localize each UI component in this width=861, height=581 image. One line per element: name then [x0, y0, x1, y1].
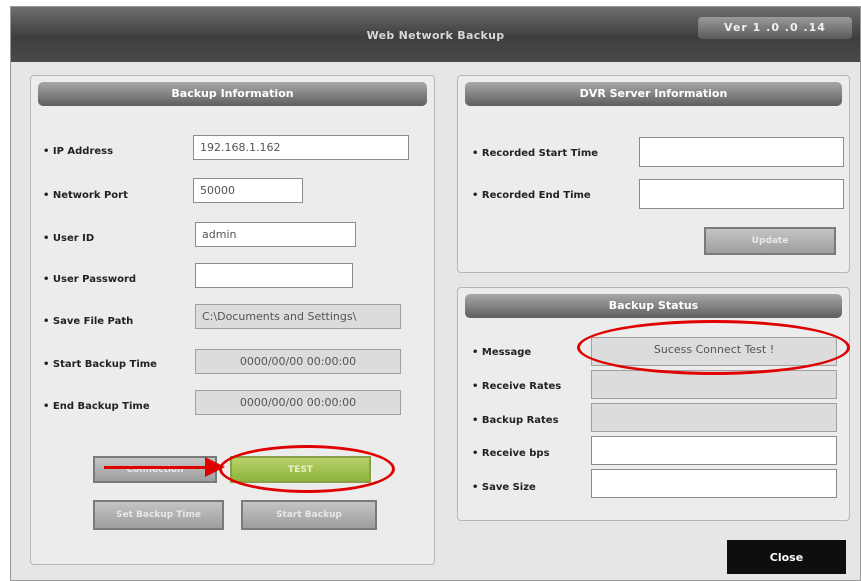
title-bar: Web Network Backup Ver 1 .0 .0 .14	[11, 7, 860, 62]
message-highlight-ellipse	[577, 320, 850, 375]
set-backup-time-button[interactable]: Set Backup Time	[93, 500, 224, 530]
test-button-highlight-ellipse	[219, 445, 395, 493]
dvr-server-information-panel: DVR Server Information Recorded Start Ti…	[457, 75, 850, 273]
user-password-input[interactable]	[195, 263, 353, 288]
close-button[interactable]: Close	[727, 540, 846, 574]
start-backup-button[interactable]: Start Backup	[241, 500, 377, 530]
update-button[interactable]: Update	[704, 227, 836, 255]
backup-information-header: Backup Information	[38, 82, 427, 106]
ip-address-input[interactable]: 192.168.1.162	[193, 135, 409, 160]
network-port-label: Network Port	[43, 190, 128, 201]
message-label: Message	[472, 347, 531, 358]
save-size-label: Save Size	[472, 482, 536, 493]
connection-button[interactable]: Connection	[93, 456, 217, 483]
recorded-start-time-label: Recorded Start Time	[472, 148, 598, 159]
start-backup-time-label: Start Backup Time	[43, 359, 157, 370]
backup-information-panel: Backup Information IP Address 192.168.1.…	[30, 75, 435, 565]
recorded-end-time-input[interactable]	[639, 179, 844, 209]
save-size-output	[591, 469, 837, 498]
backup-status-header: Backup Status	[465, 294, 842, 318]
recorded-start-time-input[interactable]	[639, 137, 844, 167]
end-backup-time-input[interactable]: 0000/00/00 00:00:00	[195, 390, 401, 415]
receive-rates-label: Receive Rates	[472, 381, 561, 392]
save-file-path-input[interactable]: C:\Documents and Settings\	[195, 304, 401, 329]
backup-rates-label: Backup Rates	[472, 415, 559, 426]
annotation-arrow-line	[104, 466, 211, 469]
version-badge: Ver 1 .0 .0 .14	[698, 17, 852, 39]
backup-rates-output	[591, 403, 837, 432]
dvr-server-information-header: DVR Server Information	[465, 82, 842, 106]
start-backup-time-input[interactable]: 0000/00/00 00:00:00	[195, 349, 401, 374]
save-file-path-label: Save File Path	[43, 316, 133, 327]
recorded-end-time-label: Recorded End Time	[472, 190, 591, 201]
annotation-arrow-head	[205, 457, 225, 477]
user-id-label: User ID	[43, 233, 94, 244]
user-password-label: User Password	[43, 274, 136, 285]
receive-bps-label: Receive bps	[472, 448, 550, 459]
receive-bps-output	[591, 436, 837, 465]
ip-address-label: IP Address	[43, 146, 113, 157]
network-port-input[interactable]: 50000	[193, 178, 303, 203]
end-backup-time-label: End Backup Time	[43, 401, 150, 412]
user-id-input[interactable]: admin	[195, 222, 356, 247]
app-window: Web Network Backup Ver 1 .0 .0 .14 Backu…	[10, 6, 861, 581]
